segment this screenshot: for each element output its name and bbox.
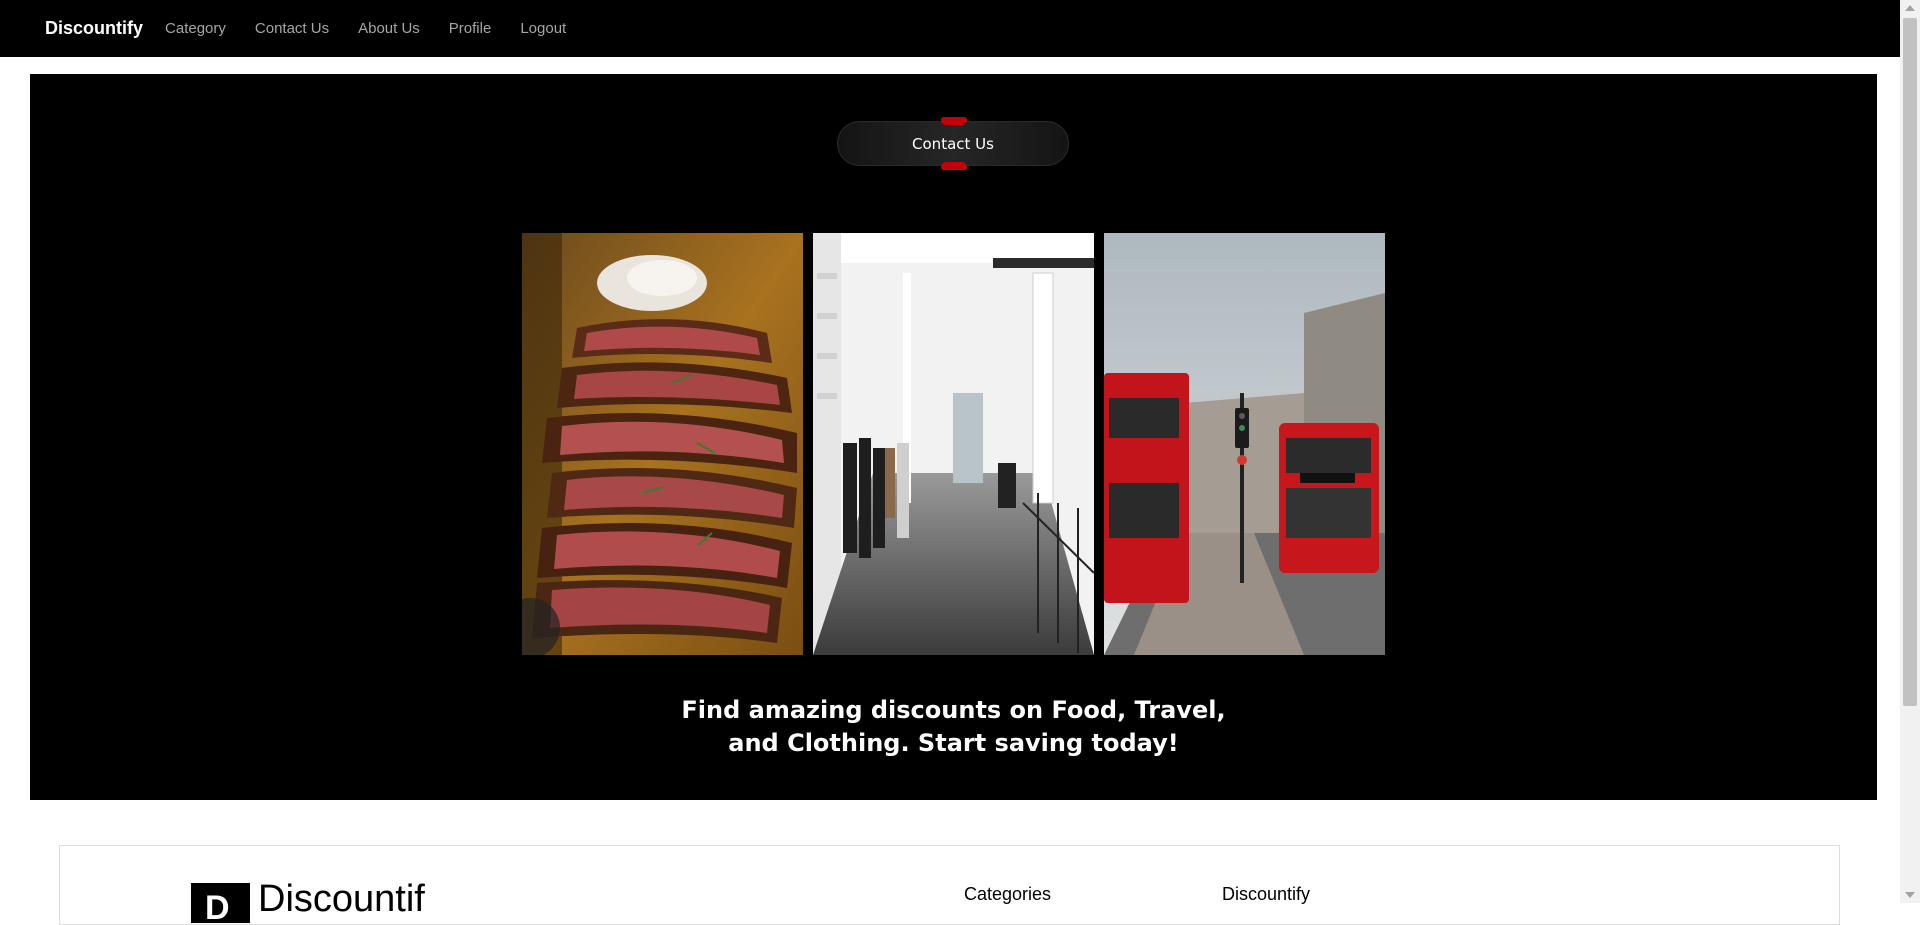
contact-us-button-label: Contact Us [912, 134, 994, 153]
footer-logo-text: Discountif [258, 878, 425, 920]
food-image[interactable] [522, 233, 803, 655]
top-navbar: Discountify Category Contact Us About Us… [0, 0, 1900, 57]
pill-accent-bottom [941, 162, 967, 170]
nav-link-contact-us[interactable]: Contact Us [255, 20, 329, 37]
pill-accent-top [941, 117, 967, 125]
scrollbar-thumb[interactable] [1903, 18, 1917, 706]
hero-section: Contact Us Find amazing discounts on Foo… [30, 74, 1877, 800]
clothing-store-illustration [813, 233, 1094, 655]
nav-link-profile[interactable]: Profile [449, 20, 492, 37]
footer-brand-heading: Discountify [1222, 884, 1311, 904]
hero-tagline: Find amazing discounts on Food, Travel, … [30, 694, 1877, 760]
tagline-line-2: and Clothing. Start saving today! [728, 729, 1179, 757]
footer-categories-heading: Categories [964, 884, 1052, 904]
travel-image[interactable] [1104, 233, 1385, 655]
scroll-up-arrow-icon[interactable] [1905, 5, 1915, 11]
scroll-down-arrow-icon[interactable] [1905, 892, 1915, 898]
nav-link-about-us[interactable]: About Us [358, 20, 420, 37]
clothing-image[interactable] [813, 233, 1094, 655]
nav-link-category[interactable]: Category [165, 20, 226, 37]
steak-illustration [522, 233, 803, 655]
vertical-scrollbar[interactable] [1900, 0, 1920, 903]
city-bus-illustration [1104, 233, 1385, 655]
brand-link[interactable]: Discountify [45, 18, 143, 39]
contact-us-button[interactable]: Contact Us [837, 117, 1069, 170]
nav-link-logout[interactable]: Logout [520, 20, 566, 37]
tagline-line-1: Find amazing discounts on Food, Travel, [681, 696, 1226, 724]
footer-logo-icon: D [191, 883, 250, 923]
footer-card: D Discountif Categories Discountify [59, 845, 1840, 925]
image-gallery [522, 233, 1385, 655]
